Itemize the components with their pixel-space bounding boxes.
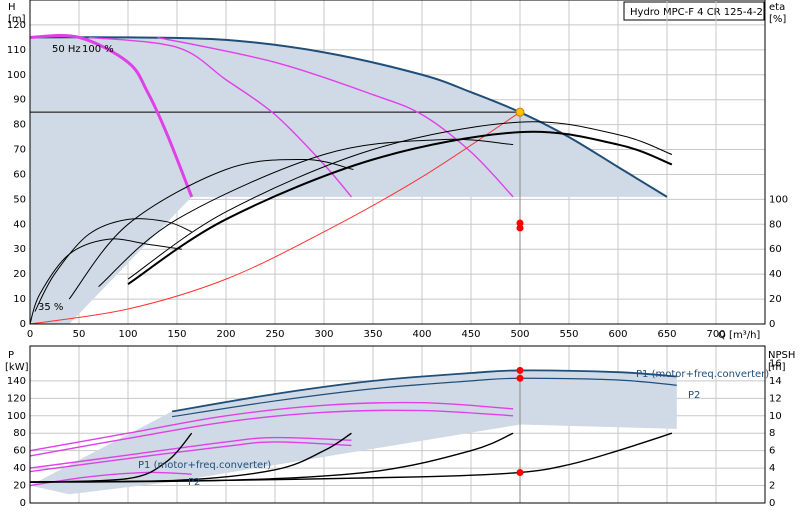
- operating-range-band: [30, 37, 667, 324]
- x-tick-label: 50: [73, 329, 86, 340]
- npsh-axis-label: NPSH: [768, 350, 795, 361]
- x-tick-label: 200: [216, 329, 235, 340]
- h-axis-label: H: [8, 2, 16, 13]
- npsh-tick-label: 2: [769, 481, 775, 492]
- h-axis-unit: [m]: [8, 14, 26, 25]
- h-tick-label: 100: [7, 70, 26, 81]
- p-tick-label: 60: [13, 446, 26, 457]
- x-tick-label: 600: [608, 329, 627, 340]
- chart-title: Hydro MPC-F 4 CR 125-4-2: [630, 7, 763, 18]
- x-tick-label: 100: [118, 329, 137, 340]
- eta-axis-label: eta: [769, 2, 785, 13]
- eta-tick-label: 0: [769, 319, 775, 330]
- duty-point-head: [515, 107, 525, 117]
- p-tick-label: 80: [13, 428, 26, 439]
- h-tick-label: 60: [13, 169, 26, 180]
- npsh-tick-label: 8: [769, 428, 775, 439]
- head-panel: 0 50 100 150 200 250 300 350 400 450 500 550 600 650 7…: [7, 0, 788, 340]
- h-tick-label: 110: [7, 45, 26, 56]
- p-tick-label: 140: [7, 376, 26, 387]
- x-tick-label: 150: [167, 329, 186, 340]
- h-tick-label: 50: [13, 194, 26, 205]
- eta-tick-label: 60: [769, 244, 782, 255]
- x-tick-label: 650: [657, 329, 676, 340]
- x-tick-label: 250: [265, 329, 284, 340]
- npsh-axis-unit: [m]: [768, 362, 786, 373]
- q-axis-label: Q [m³/h]: [718, 330, 760, 341]
- npsh-tick-label: 12: [769, 393, 782, 404]
- p-axis-label: P: [8, 350, 14, 361]
- speed-min-label: 35 %: [38, 302, 63, 313]
- duty-point-p2: [516, 374, 524, 382]
- npsh-tick-label: 4: [769, 463, 775, 474]
- x-tick-label: 550: [559, 329, 578, 340]
- npsh-tick-label: 14: [769, 376, 782, 387]
- eta-axis-unit: [%]: [769, 14, 786, 25]
- eta-tick-label: 20: [769, 294, 782, 305]
- npsh-tick-label: 6: [769, 446, 775, 457]
- h-tick-label: 10: [13, 294, 26, 305]
- x-tick-label: 350: [363, 329, 382, 340]
- p-tick-label: 20: [13, 481, 26, 492]
- power-range-band: [30, 370, 677, 495]
- pump-curve-chart: Hydro MPC-F 4 CR 125-4-2 0 50 100 150 200 250…: [5, 0, 795, 509]
- p-tick-label: 100: [7, 411, 26, 422]
- speed-pct-label: 100 %: [82, 44, 114, 55]
- h-tick-label: 0: [20, 319, 26, 330]
- h-tick-label: 30: [13, 244, 26, 255]
- p-tick-label: 120: [7, 393, 26, 404]
- p-tick-label: 0: [20, 498, 26, 509]
- x-tick-label: 450: [461, 329, 480, 340]
- x-tick-label: 0: [27, 329, 33, 340]
- p2-right-label: P2: [688, 390, 700, 401]
- x-tick-label: 300: [314, 329, 333, 340]
- duty-point-eta-2: [516, 224, 524, 232]
- x-tick-label: 500: [510, 329, 529, 340]
- h-tick-label: 20: [13, 269, 26, 280]
- p-tick-label: 40: [13, 463, 26, 474]
- h-tick-label: 80: [13, 120, 26, 131]
- h-tick-label: 90: [13, 95, 26, 106]
- p1-left-label: P1 (motor+freq.converter): [138, 460, 271, 471]
- h-tick-label: 40: [13, 219, 26, 230]
- eta-tick-label: 80: [769, 219, 782, 230]
- npsh-tick-label: 0: [769, 498, 775, 509]
- duty-point-npsh: [516, 468, 524, 476]
- x-tick-label: 400: [412, 329, 431, 340]
- eta-tick-label: 100: [769, 194, 788, 205]
- p-axis-unit: [kW]: [5, 362, 29, 373]
- duty-point-p1: [516, 366, 524, 374]
- npsh-tick-label: 10: [769, 411, 782, 422]
- eta-tick-label: 40: [769, 269, 782, 280]
- p1-right-label: P1 (motor+freq.converter): [636, 369, 769, 380]
- p2-left-label: P2: [188, 477, 200, 488]
- speed-full-label: 50 Hz: [52, 44, 81, 55]
- h-tick-label: 70: [13, 145, 26, 156]
